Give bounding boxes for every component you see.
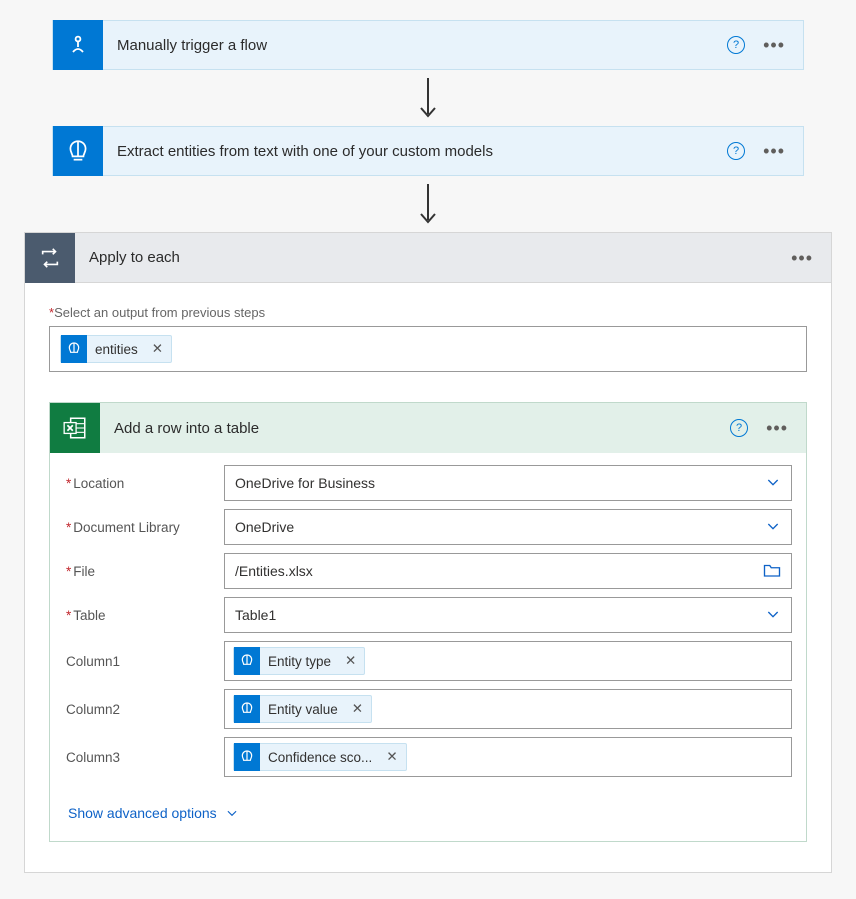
chevron-down-icon (765, 474, 781, 493)
more-icon[interactable]: ••• (763, 142, 785, 160)
ai-builder-icon (53, 126, 103, 176)
location-dropdown[interactable]: OneDrive for Business (224, 465, 792, 501)
ai-token-icon (234, 743, 260, 771)
excel-icon (50, 403, 100, 453)
token-confidence-score[interactable]: Confidence sco... ✕ (233, 743, 407, 771)
token-entity-type[interactable]: Entity type ✕ (233, 647, 365, 675)
column1-input[interactable]: Entity type ✕ (224, 641, 792, 681)
connector-arrow (0, 70, 856, 126)
more-icon[interactable]: ••• (766, 419, 788, 437)
more-icon[interactable]: ••• (791, 249, 813, 267)
help-icon[interactable]: ? (730, 419, 748, 437)
ai-token-icon (234, 647, 260, 675)
column3-label: Column3 (64, 750, 224, 765)
file-picker[interactable]: /Entities.xlsx (224, 553, 792, 589)
column1-label: Column1 (64, 654, 224, 669)
add-row-action: Add a row into a table ? ••• *Location O… (49, 402, 807, 842)
step-title: Extract entities from text with one of y… (103, 143, 727, 160)
output-label: *Select an output from previous steps (49, 305, 807, 320)
trigger-icon (53, 20, 103, 70)
location-label: *Location (64, 476, 224, 491)
step-title: Apply to each (75, 249, 791, 266)
token-entities[interactable]: entities ✕ (60, 335, 172, 363)
flow-canvas: Manually trigger a flow ? ••• Extract en… (0, 20, 856, 873)
more-icon[interactable]: ••• (763, 36, 785, 54)
file-label: *File (64, 564, 224, 579)
chevron-down-icon (225, 806, 239, 820)
table-dropdown[interactable]: Table1 (224, 597, 792, 633)
remove-token-icon[interactable]: ✕ (144, 341, 171, 357)
folder-icon[interactable] (763, 562, 781, 581)
remove-token-icon[interactable]: ✕ (344, 701, 371, 717)
ai-token-icon (61, 335, 87, 363)
output-from-previous-steps-input[interactable]: entities ✕ (49, 326, 807, 372)
apply-to-each-container: Apply to each ••• *Select an output from… (24, 232, 832, 873)
step-extract[interactable]: Extract entities from text with one of y… (52, 126, 804, 176)
column2-input[interactable]: Entity value ✕ (224, 689, 792, 729)
step-trigger[interactable]: Manually trigger a flow ? ••• (52, 20, 804, 70)
ai-token-icon (234, 695, 260, 723)
document-library-label: *Document Library (64, 520, 224, 535)
column3-input[interactable]: Confidence sco... ✕ (224, 737, 792, 777)
column2-label: Column2 (64, 702, 224, 717)
remove-token-icon[interactable]: ✕ (337, 653, 364, 669)
token-entity-value[interactable]: Entity value ✕ (233, 695, 372, 723)
connector-arrow (0, 176, 856, 232)
table-label: *Table (64, 608, 224, 623)
loop-icon (25, 233, 75, 283)
step-title: Manually trigger a flow (103, 37, 727, 54)
show-advanced-options-link[interactable]: Show advanced options (68, 805, 239, 821)
add-row-header[interactable]: Add a row into a table ? ••• (50, 403, 806, 453)
help-icon[interactable]: ? (727, 36, 745, 54)
chevron-down-icon (765, 606, 781, 625)
chevron-down-icon (765, 518, 781, 537)
remove-token-icon[interactable]: ✕ (378, 749, 405, 765)
apply-to-each-header[interactable]: Apply to each ••• (25, 233, 831, 283)
help-icon[interactable]: ? (727, 142, 745, 160)
document-library-dropdown[interactable]: OneDrive (224, 509, 792, 545)
step-title: Add a row into a table (100, 420, 730, 437)
